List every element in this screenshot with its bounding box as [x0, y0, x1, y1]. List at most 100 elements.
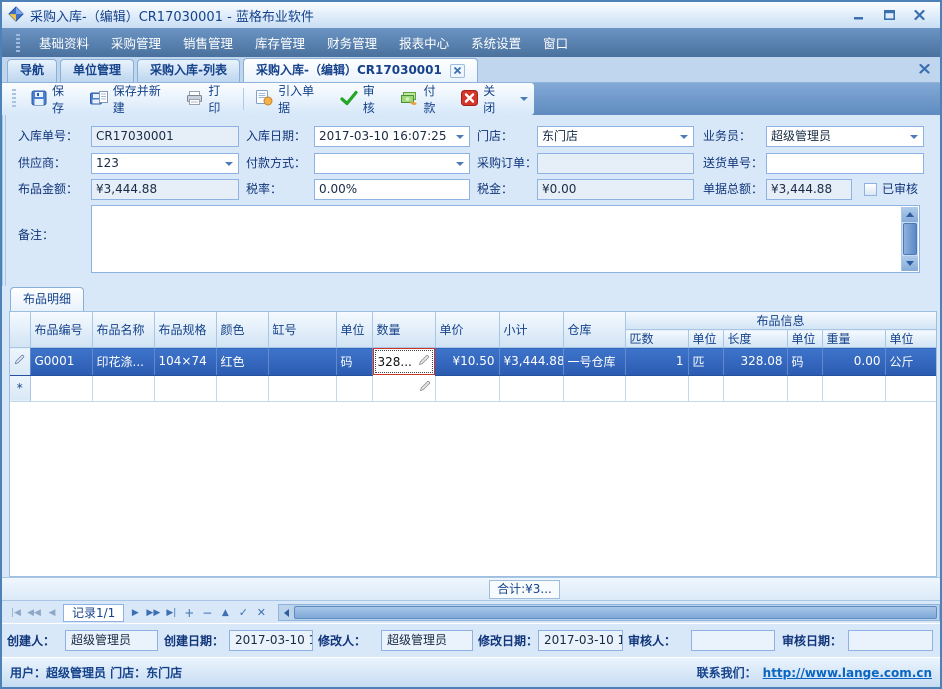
- close-form-button[interactable]: 关闭: [454, 78, 514, 120]
- col-header-price[interactable]: 单价: [435, 312, 499, 348]
- audit-button[interactable]: 审核: [333, 78, 394, 120]
- empty-cell[interactable]: [336, 375, 372, 401]
- menu-reports[interactable]: 报表中心: [388, 28, 460, 57]
- audited-checkbox[interactable]: [864, 183, 877, 196]
- empty-cell[interactable]: [563, 375, 625, 401]
- col-header-qty[interactable]: 数量: [372, 312, 435, 348]
- col-header-weight[interactable]: 重量: [822, 330, 885, 348]
- nav-edit-button[interactable]: ▲: [216, 604, 234, 621]
- menu-purchase[interactable]: 采购管理: [100, 28, 172, 57]
- order-no-field[interactable]: CR17030001: [91, 126, 239, 147]
- col-header-length[interactable]: 长度: [723, 330, 787, 348]
- empty-cell[interactable]: [92, 375, 154, 401]
- delivery-no-field[interactable]: [766, 153, 924, 174]
- empty-cell[interactable]: [688, 375, 723, 401]
- col-header-pieces-unit[interactable]: 单位: [688, 330, 723, 348]
- menu-base-data[interactable]: 基础资料: [28, 28, 100, 57]
- cell-name[interactable]: 印花涤...: [92, 348, 154, 376]
- menu-finance[interactable]: 财务管理: [316, 28, 388, 57]
- cell-pieces-unit[interactable]: 匹: [688, 348, 723, 376]
- nav-cancel-button[interactable]: ✕: [252, 604, 270, 621]
- cell-warehouse[interactable]: 一号仓库: [563, 348, 625, 376]
- import-document-button[interactable]: 引入单据: [248, 78, 333, 120]
- empty-cell[interactable]: [885, 375, 936, 401]
- cell-qty-editing[interactable]: 328...: [373, 348, 436, 375]
- maximize-button[interactable]: [878, 7, 900, 23]
- cell-length[interactable]: 328.08: [723, 348, 787, 376]
- cell-spec[interactable]: 104×74: [154, 348, 216, 376]
- save-button[interactable]: 保存: [24, 78, 83, 120]
- nav-delete-button[interactable]: −: [198, 604, 216, 621]
- col-header-pieces[interactable]: 匹数: [625, 330, 688, 348]
- empty-cell[interactable]: [499, 375, 563, 401]
- col-header-subtotal[interactable]: 小计: [499, 312, 563, 348]
- toolbar-overflow-icon[interactable]: [520, 97, 528, 101]
- print-button[interactable]: 打印: [179, 78, 239, 120]
- col-header-weight-unit[interactable]: 单位: [885, 330, 936, 348]
- cell-subtotal[interactable]: ¥3,444.88: [499, 348, 563, 376]
- cell-length-unit[interactable]: 码: [787, 348, 822, 376]
- empty-cell[interactable]: [822, 375, 885, 401]
- store-field[interactable]: 东门店: [537, 126, 694, 147]
- save-and-new-button[interactable]: 保存并新建: [83, 78, 180, 120]
- menu-inventory[interactable]: 库存管理: [244, 28, 316, 57]
- menu-window[interactable]: 窗口: [532, 28, 579, 57]
- cell-dye-lot[interactable]: [268, 348, 336, 376]
- scroll-up-icon[interactable]: [902, 207, 918, 222]
- cell-weight[interactable]: 0.00: [822, 348, 885, 376]
- empty-cell[interactable]: [154, 375, 216, 401]
- qty-editor-pencil-cell[interactable]: [372, 375, 435, 401]
- order-date-field[interactable]: 2017-03-10 16:07:25: [314, 126, 470, 147]
- table-row[interactable]: G0001 印花涤... 104×74 红色 码 328... ¥10.50 ¥…: [10, 348, 936, 376]
- cell-unit[interactable]: 码: [336, 348, 372, 376]
- cell-pieces[interactable]: 1: [625, 348, 688, 376]
- nav-next-page-button[interactable]: ▶▶: [144, 604, 162, 621]
- tabstrip-close-icon[interactable]: [919, 63, 930, 77]
- empty-cell[interactable]: [30, 375, 92, 401]
- col-header-code[interactable]: 布品编号: [30, 312, 92, 348]
- cell-color[interactable]: 红色: [216, 348, 268, 376]
- new-row[interactable]: *: [10, 375, 936, 401]
- remark-scrollbar[interactable]: [901, 207, 918, 271]
- nav-prior-page-button[interactable]: ◀◀: [25, 604, 43, 621]
- scroll-left-icon[interactable]: [284, 609, 289, 617]
- col-header-color[interactable]: 颜色: [216, 312, 268, 348]
- nav-prior-button[interactable]: ◀: [43, 604, 61, 621]
- cell-weight-unit[interactable]: 公斤: [885, 348, 936, 376]
- empty-cell[interactable]: [268, 375, 336, 401]
- tax-rate-field[interactable]: 0.00%: [314, 179, 470, 200]
- empty-cell[interactable]: [216, 375, 268, 401]
- col-header-dye-lot[interactable]: 缸号: [268, 312, 336, 348]
- menu-settings[interactable]: 系统设置: [460, 28, 532, 57]
- salesman-field[interactable]: 超级管理员: [766, 126, 924, 147]
- scroll-down-icon[interactable]: [902, 256, 918, 271]
- tab-close-icon[interactable]: [450, 64, 465, 78]
- toolbar-grip-handle[interactable]: [12, 89, 16, 109]
- col-header-unit[interactable]: 单位: [336, 312, 372, 348]
- tab-fabric-detail[interactable]: 布品明细: [10, 287, 84, 311]
- empty-cell[interactable]: [625, 375, 688, 401]
- menu-sales[interactable]: 销售管理: [172, 28, 244, 57]
- payment-method-field[interactable]: [314, 153, 470, 174]
- scroll-thumb[interactable]: [903, 223, 917, 255]
- close-window-button[interactable]: [908, 7, 930, 23]
- nav-last-button[interactable]: ▶|: [162, 604, 180, 621]
- hscroll-thumb[interactable]: [294, 606, 937, 619]
- col-header-name[interactable]: 布品名称: [92, 312, 154, 348]
- empty-cell[interactable]: [723, 375, 787, 401]
- col-header-spec[interactable]: 布品规格: [154, 312, 216, 348]
- grid-horizontal-scrollbar[interactable]: [278, 604, 940, 621]
- supplier-field[interactable]: 123: [91, 153, 239, 174]
- cell-code[interactable]: G0001: [30, 348, 92, 376]
- col-header-warehouse[interactable]: 仓库: [563, 312, 625, 348]
- cell-price[interactable]: ¥10.50: [435, 348, 499, 376]
- nav-first-button[interactable]: |◀: [7, 604, 25, 621]
- fabric-amount-field[interactable]: ¥3,444.88: [91, 179, 239, 200]
- empty-cell[interactable]: [435, 375, 499, 401]
- website-link[interactable]: http://www.lange.com.cn: [763, 666, 932, 680]
- tax-field[interactable]: ¥0.00: [537, 179, 694, 200]
- col-header-length-unit[interactable]: 单位: [787, 330, 822, 348]
- nav-post-button[interactable]: ✓: [234, 604, 252, 621]
- menu-grip-handle[interactable]: [16, 34, 20, 52]
- nav-insert-button[interactable]: +: [180, 604, 198, 621]
